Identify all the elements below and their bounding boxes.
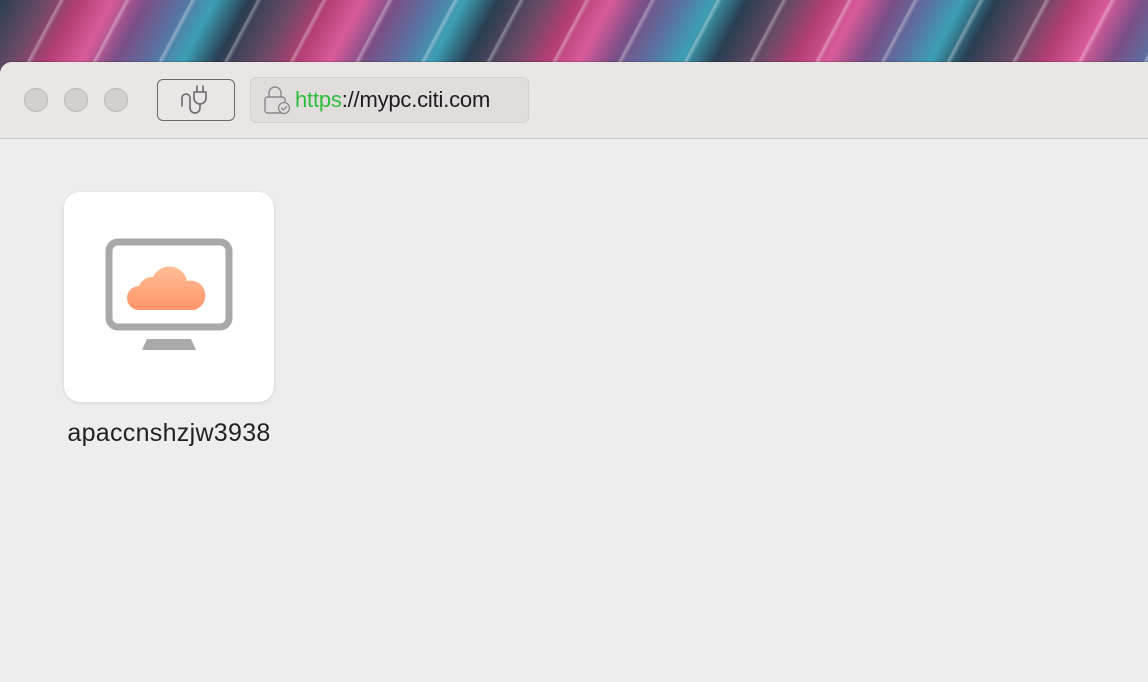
address-bar[interactable]: https://mypc.citi.com xyxy=(250,77,529,123)
cloud-desktop-icon xyxy=(105,238,233,350)
zoom-button[interactable] xyxy=(104,88,128,112)
url-host: ://mypc.citi.com xyxy=(341,87,491,112)
url-text: https://mypc.citi.com xyxy=(295,87,490,113)
desktop-tile[interactable] xyxy=(64,192,274,402)
lock-check-icon xyxy=(259,83,293,117)
browser-window: https://mypc.citi.com apaccnshzjw3938 xyxy=(0,62,1148,682)
close-button[interactable] xyxy=(24,88,48,112)
desktop-name[interactable]: apaccnshzjw3938 xyxy=(54,418,284,449)
connection-button[interactable] xyxy=(157,79,235,121)
plug-icon xyxy=(181,85,207,114)
minimize-button[interactable] xyxy=(64,88,88,112)
desktop-list: apaccnshzjw3938 xyxy=(0,139,1148,682)
title-bar: https://mypc.citi.com xyxy=(0,62,1148,139)
url-scheme: https xyxy=(295,87,342,112)
